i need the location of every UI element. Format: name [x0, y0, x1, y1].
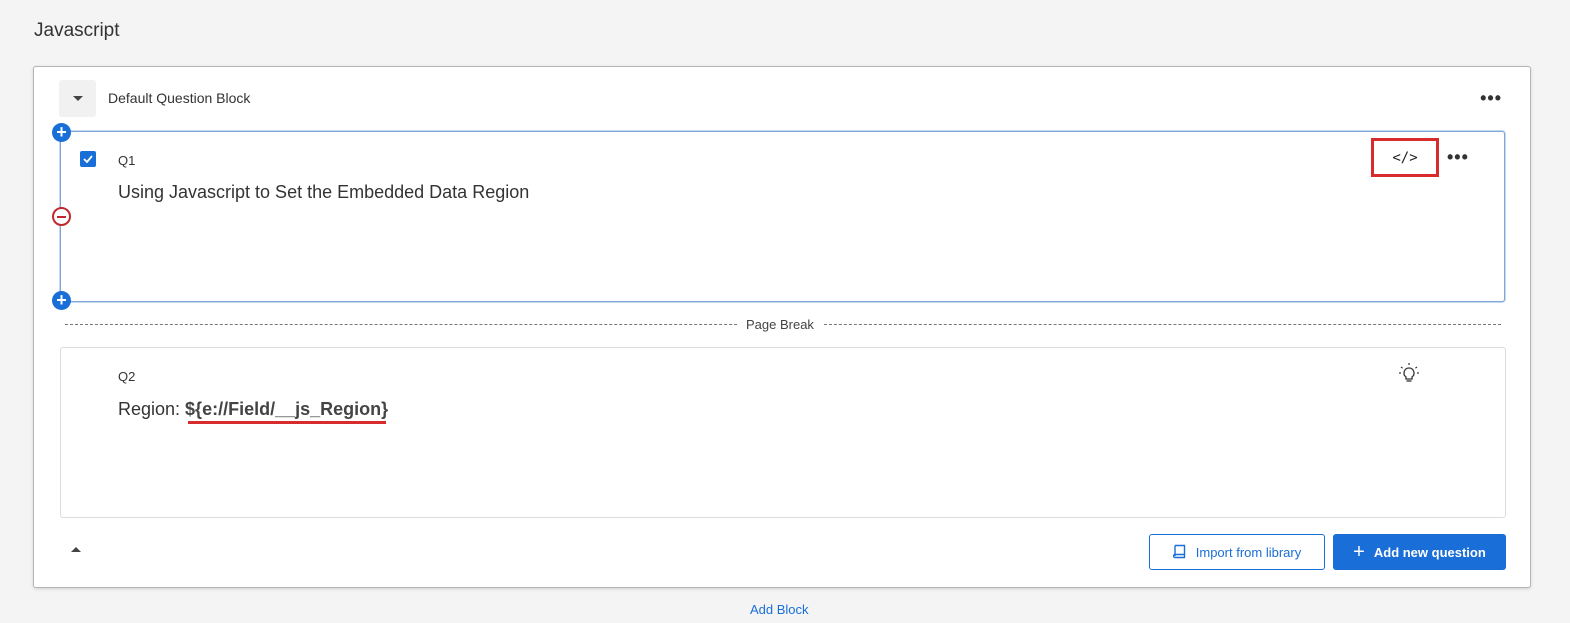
embedded-data-token: ${e://Field/__js_Region}: [185, 399, 389, 419]
question-text[interactable]: Region: ${e://Field/__js_Region}: [118, 399, 388, 420]
plus-icon: +: [1353, 541, 1365, 563]
block-more-options-icon[interactable]: •••: [1480, 89, 1502, 107]
question-card-q2[interactable]: Q2 Region: ${e://Field/__js_Region}: [60, 347, 1506, 518]
javascript-button[interactable]: </>: [1371, 138, 1439, 177]
page-title: Javascript: [34, 20, 120, 41]
question-more-options-icon[interactable]: •••: [1447, 148, 1469, 166]
minus-icon: [57, 215, 66, 218]
add-question-below-icon[interactable]: +: [52, 291, 71, 310]
add-new-question-button[interactable]: + Add new question: [1333, 534, 1506, 570]
question-block: Default Question Block ••• Q1 Using Java…: [33, 66, 1531, 588]
question-label: Q1: [118, 153, 136, 168]
block-title: Default Question Block: [108, 90, 251, 106]
question-text[interactable]: Using Javascript to Set the Embedded Dat…: [118, 182, 529, 203]
add-question-above-icon[interactable]: +: [52, 123, 71, 142]
question-card-q1[interactable]: Q1 Using Javascript to Set the Embedded …: [60, 131, 1505, 302]
lightbulb-icon[interactable]: [1398, 362, 1420, 384]
import-button-label: Import from library: [1195, 544, 1302, 560]
caret-up-icon[interactable]: [71, 547, 81, 552]
checkmark-icon: [83, 155, 93, 163]
import-from-library-button[interactable]: Import from library: [1149, 534, 1325, 570]
page-break-label: Page Break: [738, 317, 822, 332]
highlight-underline: [188, 421, 386, 424]
add-block-link[interactable]: Add Block: [750, 602, 809, 617]
question-select-checkbox[interactable]: [80, 151, 96, 167]
book-icon: [1172, 544, 1185, 559]
remove-question-icon[interactable]: [52, 207, 71, 226]
collapse-block-button[interactable]: [59, 80, 96, 117]
caret-down-icon: [72, 96, 83, 101]
add-question-button-label: Add new question: [1373, 544, 1486, 560]
question-text-prefix: Region:: [118, 399, 186, 419]
question-label: Q2: [118, 369, 136, 384]
code-icon: </>: [1392, 149, 1418, 166]
